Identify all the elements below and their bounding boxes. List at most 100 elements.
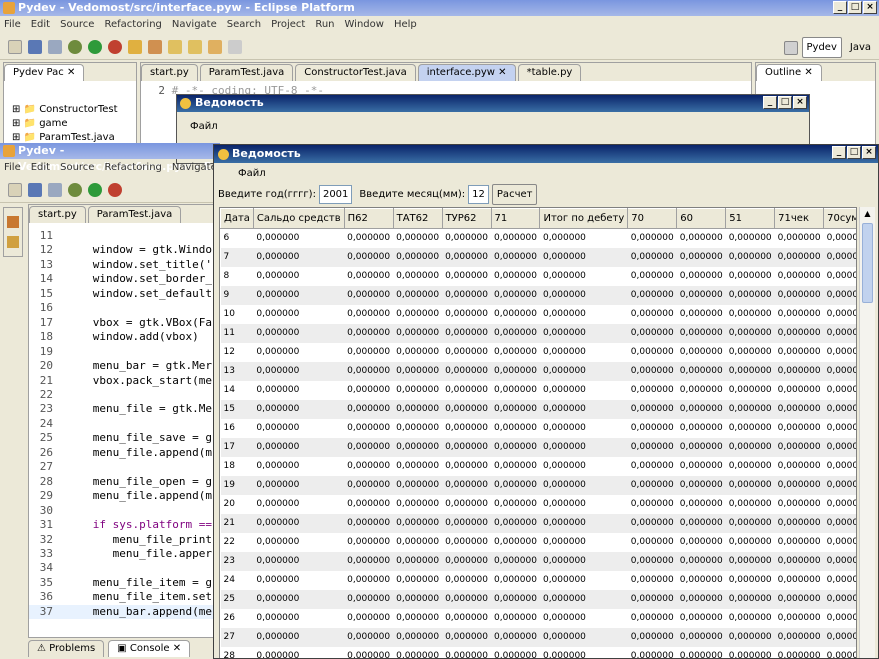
code-area[interactable]: 11 12 window = gtk.Windo 13 window.set_ti… [29,223,219,620]
new-icon[interactable] [8,39,22,54]
table-row[interactable]: 26 0,000000 0,000000 0,000000 0,000000 0,0000… [220,608,856,628]
table-row[interactable]: 11 0,000000 0,000000 0,000000 0,000000 0,0000… [220,323,856,343]
table-row[interactable]: 28 0,000000 0,000000 0,000000 0,000000 0,0000… [220,646,856,658]
next-annotation-icon[interactable] [168,39,182,54]
perspective-java[interactable]: Java [846,42,875,53]
close-button[interactable]: × [862,146,876,159]
back-icon[interactable] [208,39,222,54]
editor-tab-paramtest[interactable]: ParamTest.java [199,64,294,81]
debug-icon[interactable] [68,39,82,54]
calc-button[interactable]: Расчет [491,183,538,205]
editor-tab-paramtest[interactable]: ParamTest.java [87,206,182,223]
console-tab[interactable]: ▣ Console ✕ [108,640,191,657]
column-header[interactable]: ТУР62 [441,208,492,229]
table-row[interactable]: 18 0,000000 0,000000 0,000000 0,000000 0,0000… [220,456,856,476]
table-row[interactable]: 25 0,000000 0,000000 0,000000 0,000000 0,0000… [220,589,856,609]
maximize-button[interactable]: □ [778,96,792,109]
table-row[interactable]: 9 0,000000 0,000000 0,000000 0,000000 0,00000… [220,285,856,305]
save-icon[interactable] [28,39,42,54]
menu-help[interactable]: Help [394,16,417,33]
column-header[interactable]: 70 [627,208,678,229]
column-header[interactable]: Дата [220,208,254,229]
table-row[interactable]: 21 0,000000 0,000000 0,000000 0,000000 0,0000… [220,513,856,533]
print-icon[interactable] [48,39,62,54]
menu-source[interactable]: Source [60,159,94,176]
debug-icon[interactable] [68,182,82,197]
table-row[interactable]: 7 0,000000 0,000000 0,000000 0,000000 0,00000… [220,247,856,267]
menu-file[interactable]: Файл [238,168,266,179]
menu-file[interactable]: File [4,16,21,33]
menu-refactoring[interactable]: Refactoring [104,159,161,176]
column-header[interactable]: ТАТ62 [392,208,443,229]
tree-item[interactable]: ⊞ 📁 game [12,117,136,131]
editor-tab-table[interactable]: *table.py [517,64,582,81]
column-header[interactable]: 71чек [774,208,825,229]
restore-view-icon[interactable] [7,216,19,228]
table-row[interactable]: 27 0,000000 0,000000 0,000000 0,000000 0,0000… [220,627,856,647]
scroll-up-icon[interactable]: ▲ [860,207,875,221]
tree-item[interactable]: ⊞ 📁 ConstructorTest [12,103,136,117]
table-row[interactable]: 23 0,000000 0,000000 0,000000 0,000000 0,0000… [220,551,856,571]
open-perspective-icon[interactable] [783,40,798,55]
menu-edit[interactable]: Edit [31,159,50,176]
table-row[interactable]: 24 0,000000 0,000000 0,000000 0,000000 0,0000… [220,570,856,590]
table-row[interactable]: 6 0,000000 0,000000 0,000000 0,000000 0,00000… [220,228,856,248]
editor-tab-start[interactable]: start.py [141,64,198,81]
menu-edit[interactable]: Edit [31,16,50,33]
open-folder-icon[interactable] [128,39,142,54]
run-icon[interactable] [88,182,102,197]
menu-file[interactable]: File [4,159,21,176]
table-row[interactable]: 10 0,000000 0,000000 0,000000 0,000000 0,0000… [220,304,856,324]
table-row[interactable]: 20 0,000000 0,000000 0,000000 0,000000 0,0000… [220,494,856,514]
maximize-button[interactable]: □ [848,1,862,14]
editor-tab-constructortest[interactable]: ConstructorTest.java [295,64,416,81]
month-input[interactable]: 12 [468,184,489,204]
menu-run[interactable]: Run [315,16,334,33]
save-icon[interactable] [28,182,42,197]
year-input[interactable]: 2001 [318,184,353,204]
table-row[interactable]: 19 0,000000 0,000000 0,000000 0,000000 0,0000… [220,475,856,495]
editor-tab-start[interactable]: start.py [29,206,86,223]
column-header[interactable]: 70сумма [823,208,856,229]
table-row[interactable]: 14 0,000000 0,000000 0,000000 0,000000 0,0000… [220,380,856,400]
menu-search[interactable]: Search [227,16,261,33]
vertical-scrollbar[interactable]: ▲ [859,207,875,658]
prev-annotation-icon[interactable] [188,39,202,54]
external-tools-icon[interactable] [108,182,122,197]
run-icon[interactable] [88,39,102,54]
table-row[interactable]: 16 0,000000 0,000000 0,000000 0,000000 0,0000… [220,418,856,438]
print-icon[interactable] [48,182,62,197]
table-row[interactable]: 17 0,000000 0,000000 0,000000 0,000000 0,0000… [220,437,856,457]
table-row[interactable]: 15 0,000000 0,000000 0,000000 0,000000 0,0000… [220,399,856,419]
menu-navigate[interactable]: Navigate [172,16,217,33]
search-icon[interactable] [148,39,162,54]
external-tools-icon[interactable] [108,39,122,54]
column-header[interactable]: Сальдо средств [252,208,345,229]
maximize-button[interactable]: □ [847,146,861,159]
menu-refactoring[interactable]: Refactoring [104,16,161,33]
problems-tab[interactable]: ⚠ Problems [28,640,105,657]
table-row[interactable]: 22 0,000000 0,000000 0,000000 0,000000 0,0000… [220,532,856,552]
table-row[interactable]: 12 0,000000 0,000000 0,000000 0,000000 0,0000… [220,342,856,362]
menu-navigate[interactable]: Navigate [172,159,217,176]
menu-window[interactable]: Window [345,16,384,33]
column-header[interactable]: 51 [725,208,776,229]
menu-source[interactable]: Source [60,16,94,33]
table-row[interactable]: 13 0,000000 0,000000 0,000000 0,000000 0,0000… [220,361,856,381]
new-icon[interactable] [8,182,22,197]
package-explorer-tab[interactable]: Pydev Pac ✕ [4,64,85,81]
forward-icon[interactable] [228,39,242,54]
menu-project[interactable]: Project [271,16,305,33]
package-icon[interactable] [7,236,19,248]
minimize-button[interactable]: _ [833,1,847,14]
table-row[interactable]: 8 0,000000 0,000000 0,000000 0,000000 0,00000… [220,266,856,286]
close-button[interactable]: × [793,96,807,109]
column-header[interactable]: 71 [490,208,541,229]
outline-tab[interactable]: Outline ✕ [756,64,822,81]
column-header[interactable]: Итог по дебету [539,208,629,229]
minimize-button[interactable]: _ [763,96,777,109]
close-button[interactable]: × [863,1,877,14]
column-header[interactable]: П62 [343,208,394,229]
minimize-button[interactable]: _ [832,146,846,159]
perspective-pydev[interactable]: Pydev [801,37,842,58]
